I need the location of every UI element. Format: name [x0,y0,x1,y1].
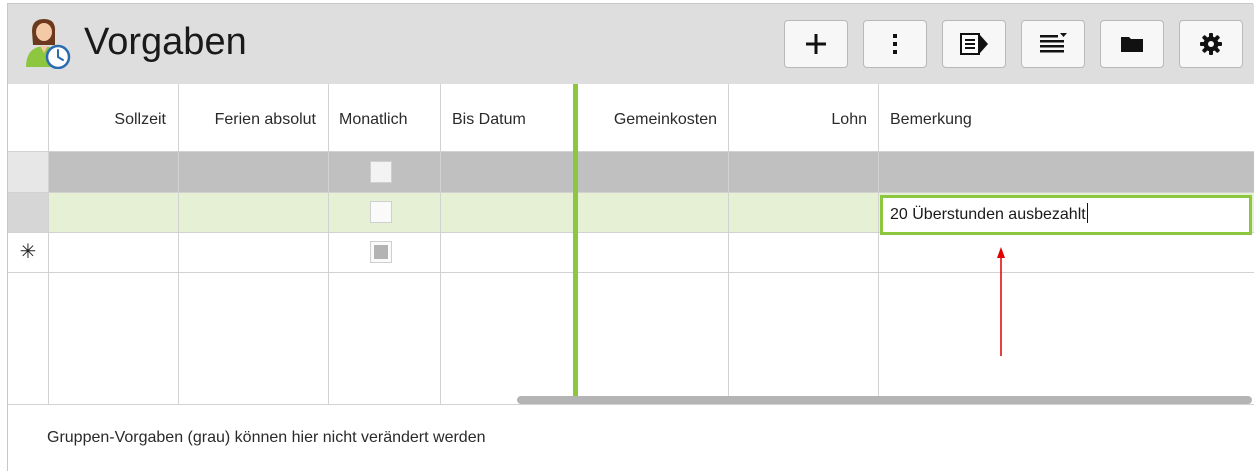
annotation-arrow [997,247,1005,356]
vorgaben-window: Vorgaben Sollzeit Ferien absolut Monatli… [7,3,1254,471]
vertical-dots-icon [893,34,897,54]
more-button[interactable] [863,20,927,68]
folder-icon [1121,37,1143,52]
plus-icon [806,34,826,54]
folder-button[interactable] [1100,20,1164,68]
add-button[interactable] [784,20,848,68]
footer-note: Gruppen-Vorgaben (grau) können hier nich… [47,429,486,446]
filter-list-button[interactable] [1021,20,1085,68]
title-bar: Vorgaben [8,4,1254,84]
list-dropdown-icon [1040,33,1067,53]
data-grid: Sollzeit Ferien absolut Monatlich Bis Da… [8,84,1254,404]
user-clock-icon [26,19,71,69]
document-arrow-icon [960,33,988,55]
detail-panel-button[interactable] [942,20,1006,68]
settings-button[interactable] [1179,20,1243,68]
gear-icon [1200,33,1222,55]
page-title: Vorgaben [84,21,247,63]
